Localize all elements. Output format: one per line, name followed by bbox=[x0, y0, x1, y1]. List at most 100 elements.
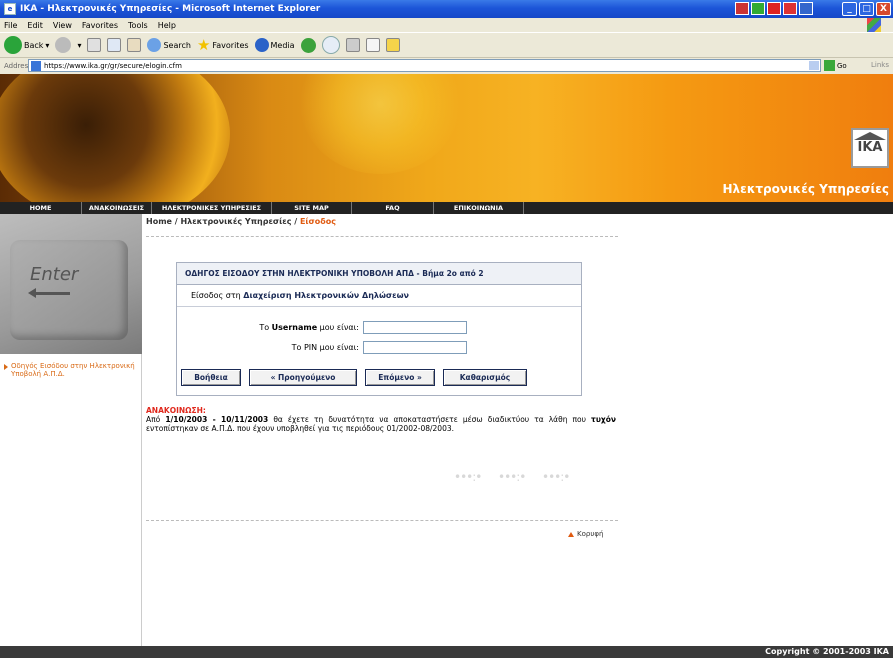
dots-icon: •••:• bbox=[498, 470, 526, 484]
minimize-button[interactable]: _ bbox=[842, 2, 857, 16]
previous-button[interactable]: « Προηγούμενο bbox=[249, 369, 357, 386]
go-arrow-icon bbox=[824, 60, 835, 71]
arrow-right-icon bbox=[4, 364, 8, 370]
banner-title: Ηλεκτρονικές Υπηρεσίες bbox=[722, 182, 890, 196]
tray-icon[interactable] bbox=[735, 2, 749, 15]
breadcrumb-separator: / bbox=[291, 217, 300, 226]
tray-icons bbox=[735, 2, 813, 15]
menu-file[interactable]: File bbox=[4, 21, 17, 30]
back-label: Back bbox=[24, 40, 44, 50]
menu-edit[interactable]: Edit bbox=[27, 21, 43, 30]
arrow-up-icon bbox=[568, 531, 574, 537]
tray-icon[interactable] bbox=[783, 2, 797, 15]
print-icon[interactable] bbox=[345, 38, 360, 52]
nav-announcements[interactable]: ΑΝΑΚΟΙΝΩΣΕΙΣ bbox=[82, 202, 152, 214]
back-to-top-link[interactable]: Κορυφή bbox=[568, 530, 603, 538]
username-row: Το Username μου είναι: bbox=[177, 319, 583, 335]
go-button[interactable]: Go bbox=[824, 60, 847, 71]
nav-site-map[interactable]: SITE MAP bbox=[272, 202, 352, 214]
close-button[interactable]: X bbox=[876, 2, 891, 16]
home-icon[interactable] bbox=[127, 38, 142, 52]
maximize-button[interactable]: □ bbox=[859, 2, 874, 16]
wizard-heading: ΟΔΗΓΟΣ ΕΙΣΟΔΟΥ ΣΤΗΝ ΗΛΕΚΤΡΟΝΙΚΗ ΥΠΟΒΟΛΗ … bbox=[177, 263, 581, 285]
chevron-down-icon: ▾ bbox=[45, 40, 50, 50]
help-button[interactable]: Βοήθεια bbox=[181, 369, 241, 386]
address-dropdown-icon[interactable] bbox=[809, 61, 819, 70]
tray-icon[interactable] bbox=[799, 2, 813, 15]
title-bar: e IKA - Ηλεκτρονικές Υπηρεσίες - Microso… bbox=[0, 0, 893, 18]
logo-roof-icon bbox=[854, 132, 886, 140]
username-label-bold: Username bbox=[271, 322, 318, 332]
divider bbox=[146, 520, 618, 521]
go-label: Go bbox=[837, 61, 847, 70]
messenger-icon[interactable] bbox=[385, 38, 400, 52]
announcement-text: Από 1/10/2003 - 10/11/2003 θα έχετε τη δ… bbox=[146, 415, 616, 433]
announcement-body-a: θα έχετε τη δυνατότητα να αποκαταστήσετε… bbox=[268, 415, 592, 424]
chevron-down-icon[interactable]: ▾ bbox=[77, 41, 81, 50]
address-bar: Address https://www.ika.gr/gr/secure/elo… bbox=[0, 58, 893, 74]
divider bbox=[146, 236, 618, 237]
dots-icon: •••:• bbox=[542, 470, 570, 484]
menu-help[interactable]: Help bbox=[158, 21, 176, 30]
username-label: Το Username μου είναι: bbox=[177, 323, 363, 332]
search-icon bbox=[147, 38, 162, 52]
favorites-button[interactable]: ★ Favorites bbox=[197, 36, 249, 54]
next-button[interactable]: Επόμενο » bbox=[365, 369, 435, 386]
stop-icon[interactable] bbox=[87, 38, 102, 52]
media-button[interactable]: Media bbox=[254, 38, 295, 52]
wizard-subtitle: Είσοδος στη Διαχείριση Ηλεκτρονικών Δηλώ… bbox=[177, 285, 581, 307]
edit-icon[interactable] bbox=[365, 38, 380, 52]
mail-icon[interactable] bbox=[321, 36, 340, 54]
main-nav: HOME ΑΝΑΚΟΙΝΩΣΕΙΣ ΗΛΕΚΤΡΟΝΙΚΕΣ ΥΠΗΡΕΣΙΕΣ… bbox=[0, 202, 893, 214]
toolbar: Back ▾ ▾ Search ★ Favorites Media bbox=[0, 32, 893, 58]
nav-e-services[interactable]: ΗΛΕΚΤΡΟΝΙΚΕΣ ΥΠΗΡΕΣΙΕΣ bbox=[152, 202, 272, 214]
announcement-body-b: εντοπίστηκαν σε Α.Π.Δ. που έχουν υποβληθ… bbox=[146, 424, 454, 433]
sidebar-link-guide[interactable]: Οδηγός Εισόδου στην Ηλεκτρονική Υποβολή … bbox=[4, 362, 138, 378]
nav-home[interactable]: HOME bbox=[0, 202, 82, 214]
pin-field[interactable] bbox=[363, 340, 467, 354]
enter-arrow-line bbox=[32, 292, 70, 295]
breadcrumb-home[interactable]: Home bbox=[146, 217, 172, 226]
nav-contact[interactable]: ΕΠΙΚΟΙΝΩΝΙΑ bbox=[434, 202, 524, 214]
address-url: https://www.ika.gr/gr/secure/elogin.cfm bbox=[44, 61, 182, 70]
menu-bar: File Edit View Favorites Tools Help bbox=[0, 18, 893, 32]
sunflower-glow bbox=[300, 74, 460, 174]
ika-logo[interactable]: IKA bbox=[851, 128, 889, 168]
history-icon[interactable] bbox=[300, 37, 316, 53]
window-title: IKA - Ηλεκτρονικές Υπηρεσίες - Microsoft… bbox=[20, 4, 321, 14]
clear-button[interactable]: Καθαρισμός bbox=[443, 369, 527, 386]
media-icon bbox=[254, 38, 269, 52]
username-field[interactable] bbox=[363, 320, 467, 334]
tray-icon[interactable] bbox=[751, 2, 765, 15]
refresh-icon[interactable] bbox=[107, 38, 122, 52]
enter-key-image: Enter bbox=[0, 214, 142, 354]
copyright-text: Copyright © 2001-2003 IKA bbox=[765, 647, 889, 656]
browser-window: e IKA - Ηλεκτρονικές Υπηρεσίες - Microso… bbox=[0, 0, 893, 658]
menu-view[interactable]: View bbox=[53, 21, 72, 30]
back-button[interactable]: Back ▾ bbox=[4, 36, 49, 54]
wizard-subtitle-prefix: Είσοδος στη bbox=[191, 291, 241, 300]
menu-favorites[interactable]: Favorites bbox=[82, 21, 118, 30]
wizard-buttons: Βοήθεια « Προηγούμενο Επόμενο » Καθαρισμ… bbox=[177, 369, 583, 386]
back-to-top-label: Κορυφή bbox=[577, 530, 604, 538]
nav-faq[interactable]: FAQ bbox=[352, 202, 434, 214]
ie-icon: e bbox=[4, 3, 16, 15]
forward-button[interactable] bbox=[55, 37, 72, 53]
pin-row: Το PIN μου είναι: bbox=[177, 339, 583, 355]
decorative-dots: •••:• •••:• •••:• bbox=[454, 470, 576, 484]
sidebar-link-label: Οδηγός Εισόδου στην Ηλεκτρονική Υποβολή … bbox=[11, 362, 135, 378]
breadcrumb-section[interactable]: Ηλεκτρονικές Υπηρεσίες bbox=[180, 217, 291, 226]
username-label-prefix: Το bbox=[259, 322, 272, 332]
page-footer: Copyright © 2001-2003 IKA bbox=[0, 646, 893, 658]
wizard-subtitle-bold: Διαχείριση Ηλεκτρονικών Δηλώσεων bbox=[243, 291, 410, 300]
links-label[interactable]: Links bbox=[871, 61, 889, 69]
tray-icon[interactable] bbox=[767, 2, 781, 15]
menu-tools[interactable]: Tools bbox=[128, 21, 148, 30]
announcement-dates: 1/10/2003 - 10/11/2003 bbox=[165, 415, 269, 424]
logo-text: IKA bbox=[857, 140, 883, 155]
search-label: Search bbox=[163, 40, 191, 50]
search-button[interactable]: Search bbox=[147, 38, 191, 52]
address-input[interactable]: https://www.ika.gr/gr/secure/elogin.cfm bbox=[28, 59, 821, 72]
breadcrumb-current: Είσοδος bbox=[299, 217, 336, 226]
left-sidebar: Enter Οδηγός Εισόδου στην Ηλεκτρονική Υπ… bbox=[0, 214, 142, 646]
